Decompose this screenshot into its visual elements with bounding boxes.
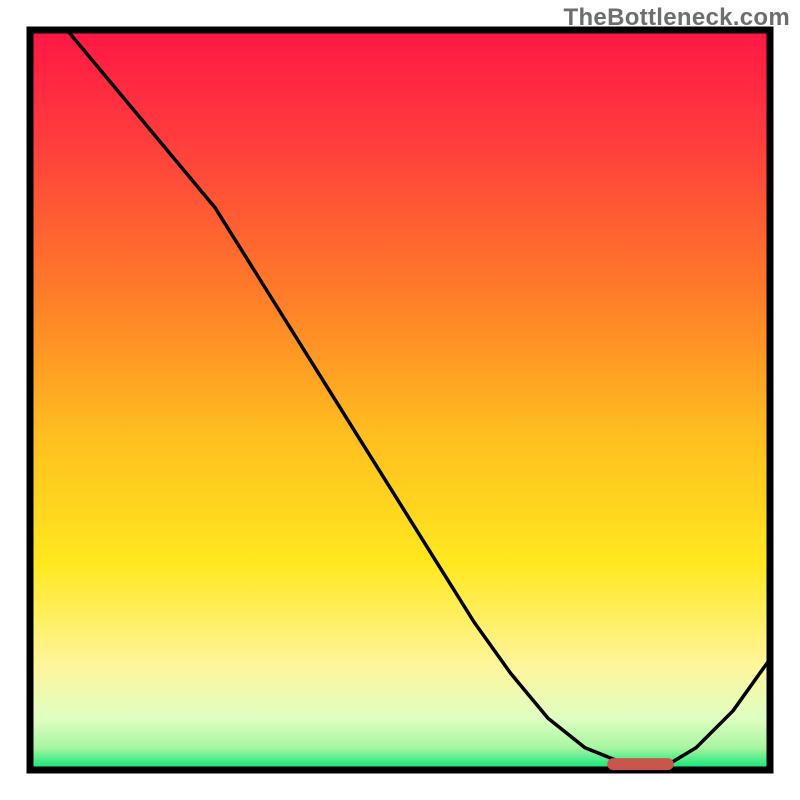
watermark-text: TheBottleneck.com [564,4,790,32]
bottleneck-chart [0,0,800,800]
plot-background [30,30,770,770]
chart-container: TheBottleneck.com [0,0,800,800]
optimal-range-marker [607,758,674,770]
